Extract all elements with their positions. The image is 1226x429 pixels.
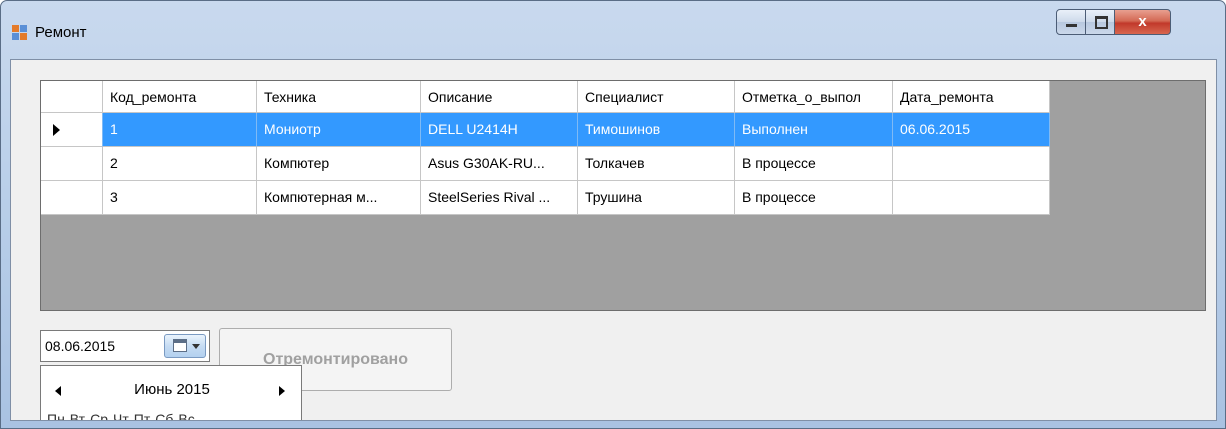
weekday-label: Вт xyxy=(69,411,86,421)
column-header-code[interactable]: Код_ремонта xyxy=(103,81,257,113)
column-header-specialist[interactable]: Специалист xyxy=(578,81,735,113)
cell-status[interactable]: В процессе xyxy=(735,147,893,181)
weekday-label: Пт xyxy=(133,411,151,421)
weekday-label: Сб xyxy=(155,411,174,421)
repair-date-picker[interactable]: 08.06.2015 xyxy=(40,330,210,362)
maximize-button[interactable] xyxy=(1085,9,1115,35)
title-bar[interactable]: Ремонт x xyxy=(1,1,1225,59)
cell-specialist[interactable]: Толкачев xyxy=(578,147,735,181)
row-pointer-icon xyxy=(53,124,60,136)
grid-corner-cell[interactable] xyxy=(41,81,103,113)
cell-code[interactable]: 3 xyxy=(103,181,257,215)
date-dropdown-button[interactable] xyxy=(164,334,206,358)
app-icon xyxy=(12,25,28,41)
cell-repair-date[interactable] xyxy=(893,147,1050,181)
cell-equipment[interactable]: Компютер xyxy=(257,147,421,181)
table-row[interactable]: 2 Компютер Asus G30AK-RU... Толкачев В п… xyxy=(41,147,1050,181)
form-client-area: Код_ремонта Техника Описание Специалист … xyxy=(10,59,1217,421)
chevron-right-icon[interactable] xyxy=(279,386,285,396)
cell-description[interactable]: SteelSeries Rival ... xyxy=(421,181,578,215)
cell-equipment[interactable]: Мониотр xyxy=(257,113,421,147)
calendar-weekday-header: Пн Вт Ср Чт Пт Сб Вс xyxy=(47,411,195,421)
table-row[interactable]: 1 Мониотр DELL U2414H Тимошинов Выполнен… xyxy=(41,113,1050,147)
repairs-grid[interactable]: Код_ремонта Техника Описание Специалист … xyxy=(40,80,1206,311)
cell-repair-date[interactable]: 06.06.2015 xyxy=(893,113,1050,147)
cell-status[interactable]: Выполнен xyxy=(735,113,893,147)
minimize-button[interactable] xyxy=(1056,9,1086,35)
window-title: Ремонт xyxy=(35,24,87,41)
cell-specialist[interactable]: Трушина xyxy=(578,181,735,215)
chevron-down-icon xyxy=(192,344,200,349)
cell-code[interactable]: 1 xyxy=(103,113,257,147)
calendar-month-label[interactable]: Июнь 2015 xyxy=(41,381,303,398)
cell-status[interactable]: В процессе xyxy=(735,181,893,215)
grid-header-row: Код_ремонта Техника Описание Специалист … xyxy=(41,81,1050,115)
column-header-repair-date[interactable]: Дата_ремонта xyxy=(893,81,1050,113)
main-window: Ремонт x Код_ремонта Техника Описание Сп… xyxy=(0,0,1226,429)
cell-description[interactable]: DELL U2414H xyxy=(421,113,578,147)
weekday-label: Пн xyxy=(47,411,65,421)
table-row[interactable]: 3 Компютерная м... SteelSeries Rival ...… xyxy=(41,181,1050,215)
weekday-label: Вс xyxy=(178,411,195,421)
cell-description[interactable]: Asus G30AK-RU... xyxy=(421,147,578,181)
date-value[interactable]: 08.06.2015 xyxy=(45,338,115,354)
calendar-dropdown[interactable]: Июнь 2015 Пн Вт Ср Чт Пт Сб Вс xyxy=(40,365,303,421)
row-header[interactable] xyxy=(41,181,103,215)
maximize-icon xyxy=(1095,16,1108,29)
column-header-equipment[interactable]: Техника xyxy=(257,81,421,113)
calendar-icon xyxy=(173,339,187,352)
column-header-status[interactable]: Отметка_о_выпол xyxy=(735,81,893,113)
column-header-description[interactable]: Описание xyxy=(421,81,578,113)
close-button[interactable]: x xyxy=(1114,9,1171,35)
minimize-icon xyxy=(1066,24,1077,27)
close-icon: x xyxy=(1138,13,1147,30)
cell-code[interactable]: 2 xyxy=(103,147,257,181)
row-header[interactable] xyxy=(41,147,103,181)
row-header[interactable] xyxy=(41,113,103,147)
cell-specialist[interactable]: Тимошинов xyxy=(578,113,735,147)
weekday-label: Чт xyxy=(113,411,129,421)
cell-repair-date[interactable] xyxy=(893,181,1050,215)
weekday-label: Ср xyxy=(90,411,108,421)
cell-equipment[interactable]: Компютерная м... xyxy=(257,181,421,215)
